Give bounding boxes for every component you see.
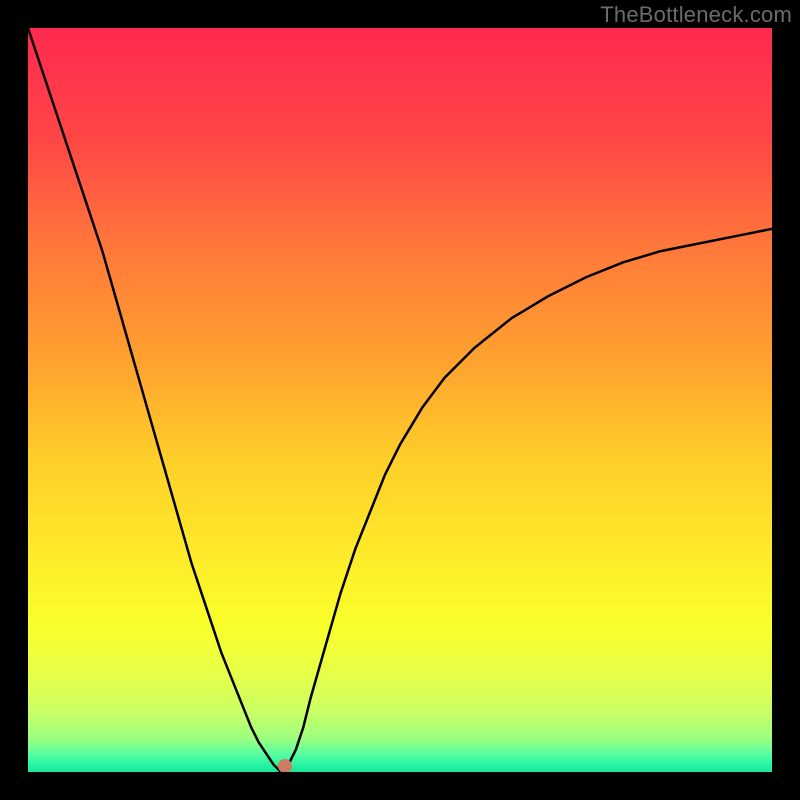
chart-frame: TheBottleneck.com <box>0 0 800 800</box>
plot-area <box>28 28 772 772</box>
curve-path <box>28 28 772 772</box>
watermark-text: TheBottleneck.com <box>600 2 792 28</box>
bottleneck-curve <box>28 28 772 772</box>
selected-point-marker <box>278 759 292 772</box>
